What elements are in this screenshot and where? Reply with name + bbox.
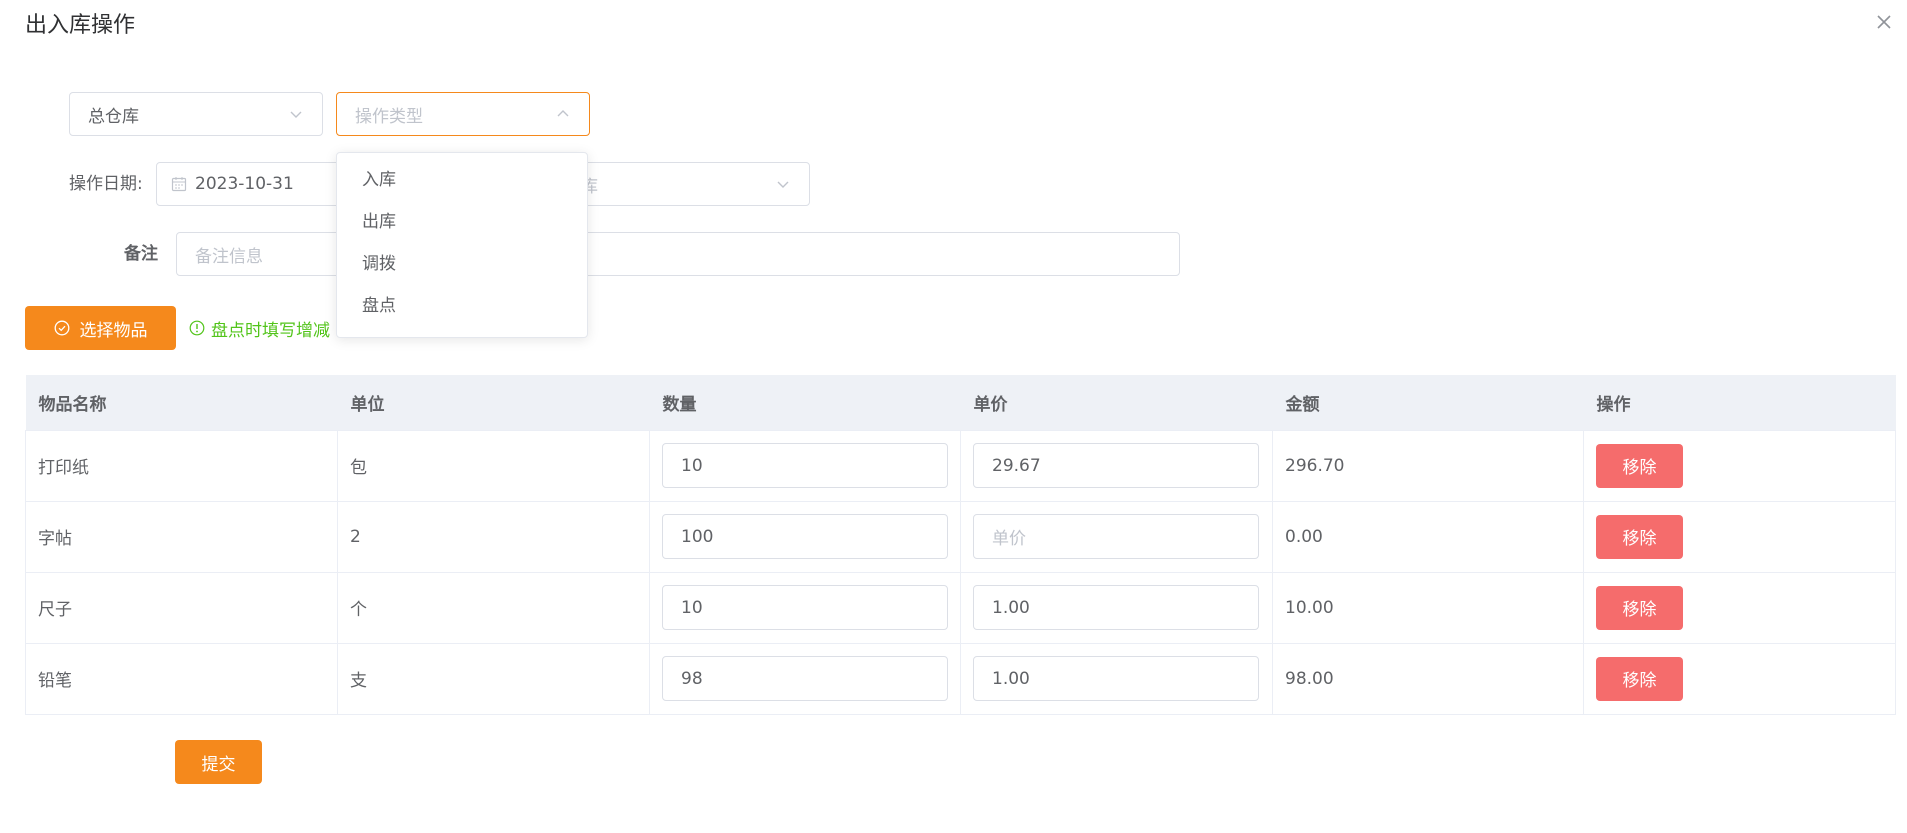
info-circle-icon bbox=[189, 320, 205, 336]
quantity-value: 10 bbox=[681, 597, 703, 618]
item-unit: 支 bbox=[337, 643, 650, 715]
price-input[interactable]: 单价 bbox=[973, 514, 1259, 559]
column-header: 操作 bbox=[1583, 375, 1896, 431]
table-row: 尺子 个 10 1.00 10.00 移除 bbox=[25, 572, 1896, 644]
warehouse-select[interactable]: 总仓库 bbox=[69, 92, 323, 136]
select-items-label: 选择物品 bbox=[79, 320, 148, 341]
items-table: 物品名称 单位 数量 单价 金额 操作 打印纸 包 10 29.67 296.7… bbox=[25, 375, 1896, 715]
item-amount: 0.00 bbox=[1272, 501, 1584, 573]
item-name: 铅笔 bbox=[25, 643, 338, 715]
chevron-down-icon bbox=[777, 181, 789, 188]
target-select-value: 库 bbox=[581, 176, 598, 197]
price-input[interactable]: 1.00 bbox=[973, 585, 1259, 630]
item-name: 字帖 bbox=[25, 501, 338, 573]
remark-input[interactable]: 备注信息 bbox=[176, 232, 1180, 276]
check-circle-icon bbox=[54, 320, 69, 336]
item-unit: 包 bbox=[337, 430, 650, 502]
price-value: 1.00 bbox=[992, 597, 1030, 618]
calendar-icon bbox=[171, 177, 187, 192]
column-header: 单价 bbox=[960, 375, 1273, 431]
item-amount: 98.00 bbox=[1272, 643, 1584, 715]
operation-type-placeholder: 操作类型 bbox=[355, 106, 423, 127]
option-outbound[interactable]: 出库 bbox=[337, 201, 587, 243]
item-name: 尺子 bbox=[25, 572, 338, 644]
quantity-input[interactable]: 100 bbox=[662, 514, 948, 559]
price-value: 29.67 bbox=[992, 455, 1041, 476]
quantity-input[interactable]: 10 bbox=[662, 585, 948, 630]
remove-button[interactable]: 移除 bbox=[1596, 656, 1683, 701]
remark-label: 备注 bbox=[124, 244, 158, 264]
date-value: 2023-10-31 bbox=[195, 174, 294, 194]
item-amount: 296.70 bbox=[1272, 430, 1584, 502]
price-value: 1.00 bbox=[992, 668, 1030, 689]
hint-text: 盘点时填写增减 bbox=[211, 320, 330, 341]
table-row: 打印纸 包 10 29.67 296.70 移除 bbox=[25, 430, 1896, 502]
item-unit: 2 bbox=[337, 501, 650, 573]
remove-button[interactable]: 移除 bbox=[1596, 585, 1683, 630]
table-row: 字帖 2 100 单价 0.00 移除 bbox=[25, 501, 1896, 573]
item-name: 打印纸 bbox=[25, 430, 338, 502]
quantity-value: 100 bbox=[681, 526, 714, 547]
chevron-down-icon bbox=[290, 111, 302, 118]
quantity-input[interactable]: 98 bbox=[662, 656, 948, 701]
quantity-input[interactable]: 10 bbox=[662, 443, 948, 488]
submit-button[interactable]: 提交 bbox=[175, 740, 262, 784]
column-header: 金额 bbox=[1272, 375, 1584, 431]
table-row: 铅笔 支 98 1.00 98.00 移除 bbox=[25, 643, 1896, 715]
quantity-value: 98 bbox=[681, 668, 703, 689]
option-stocktake[interactable]: 盘点 bbox=[337, 285, 587, 327]
remove-button[interactable]: 移除 bbox=[1596, 514, 1683, 559]
warehouse-select-value: 总仓库 bbox=[88, 106, 139, 127]
column-header: 物品名称 bbox=[25, 375, 338, 431]
price-input[interactable]: 29.67 bbox=[973, 443, 1259, 488]
price-placeholder: 单价 bbox=[992, 529, 1026, 549]
item-unit: 个 bbox=[337, 572, 650, 644]
chevron-up-icon bbox=[557, 110, 569, 117]
select-items-button[interactable]: 选择物品 bbox=[25, 306, 176, 350]
column-header: 单位 bbox=[337, 375, 650, 431]
item-amount: 10.00 bbox=[1272, 572, 1584, 644]
quantity-value: 10 bbox=[681, 455, 703, 476]
hint: 盘点时填写增减 bbox=[189, 306, 330, 350]
dialog-title: 出入库操作 bbox=[25, 13, 136, 38]
column-header: 数量 bbox=[649, 375, 961, 431]
option-inbound[interactable]: 入库 bbox=[337, 159, 587, 201]
option-transfer[interactable]: 调拨 bbox=[337, 243, 587, 285]
remark-placeholder: 备注信息 bbox=[195, 246, 263, 267]
operation-type-select[interactable]: 操作类型 bbox=[336, 92, 590, 136]
table-header-row: 物品名称 单位 数量 单价 金额 操作 bbox=[25, 375, 1896, 431]
price-input[interactable]: 1.00 bbox=[973, 656, 1259, 701]
date-label: 操作日期: bbox=[69, 174, 143, 194]
target-select[interactable]: 库 bbox=[562, 162, 810, 206]
close-icon[interactable] bbox=[1872, 10, 1896, 34]
remove-button[interactable]: 移除 bbox=[1596, 443, 1683, 488]
operation-type-dropdown: 入库 出库 调拨 盘点 bbox=[336, 152, 588, 338]
